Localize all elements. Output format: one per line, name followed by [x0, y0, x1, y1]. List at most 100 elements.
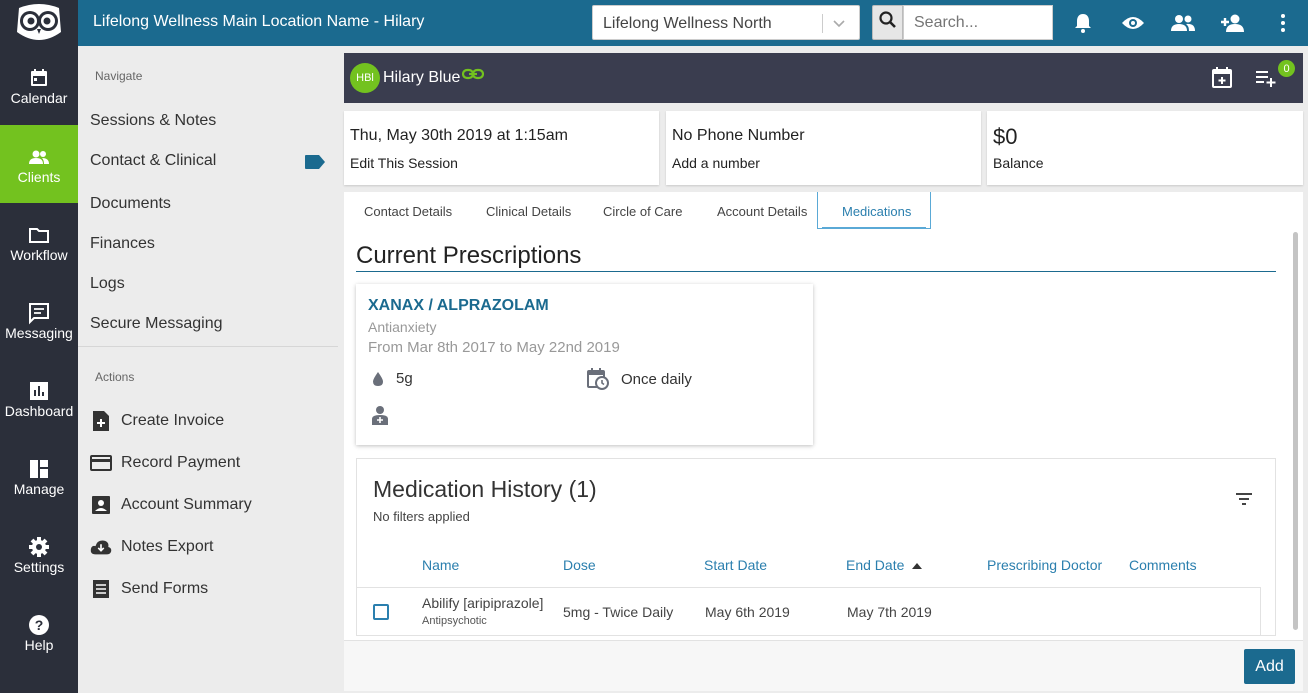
bell-icon[interactable]: [1070, 10, 1096, 36]
location-select-value: Lifelong Wellness North: [603, 15, 772, 32]
send-forms-action[interactable]: Send Forms: [90, 578, 208, 600]
link-icon[interactable]: [461, 67, 485, 86]
record-payment-action[interactable]: Record Payment: [90, 452, 240, 474]
notes-export-action[interactable]: Notes Export: [90, 536, 213, 558]
med-name: Abilify [aripiprazole]: [422, 595, 544, 611]
session-date: Thu, May 30th 2019 at 1:15am: [350, 127, 568, 144]
rail-label: Clients: [17, 169, 61, 185]
folder-icon: [27, 223, 51, 247]
nav-documents[interactable]: Documents: [90, 195, 171, 213]
rail-label: Settings: [13, 559, 65, 575]
column-header-start-date[interactable]: Start Date: [704, 557, 767, 573]
scrollbar-thumb[interactable]: [1293, 232, 1298, 630]
nav-finances[interactable]: Finances: [90, 235, 155, 253]
medications-panel: Contact Details Clinical Details Circle …: [344, 192, 1303, 691]
main-nav-rail: Calendar Clients Workflow Messaging Dash…: [0, 46, 78, 693]
rail-item-settings[interactable]: Settings: [0, 515, 78, 593]
nav-contact-clinical[interactable]: Contact & Clinical: [90, 152, 216, 170]
client-header: HBl Hilary Blue 0: [344, 53, 1303, 103]
add-person-icon[interactable]: [1220, 10, 1246, 36]
column-header-name[interactable]: Name: [422, 557, 459, 573]
session-card[interactable]: Thu, May 30th 2019 at 1:15am Edit This S…: [344, 111, 659, 185]
nav-sessions-notes[interactable]: Sessions & Notes: [90, 112, 216, 130]
med-start-date: May 6th 2019: [705, 604, 790, 620]
action-label: Notes Export: [121, 538, 214, 555]
rail-label: Calendar: [10, 90, 68, 106]
scrollbar[interactable]: [1289, 230, 1301, 638]
rail-item-calendar[interactable]: Calendar: [0, 46, 78, 124]
rail-item-messaging[interactable]: Messaging: [0, 281, 78, 359]
row-checkbox[interactable]: [373, 604, 389, 620]
tab-clinical-details[interactable]: Clinical Details: [486, 204, 571, 219]
avatar: HBl: [350, 63, 380, 93]
playlist-add-icon[interactable]: [1254, 66, 1278, 93]
calendar-add-icon[interactable]: [1211, 66, 1233, 93]
sort-ascending-icon: [912, 557, 923, 573]
chevron-down-icon: [831, 14, 847, 37]
eye-icon[interactable]: [1120, 10, 1146, 36]
rail-label: Dashboard: [4, 403, 74, 419]
prescribing-doctor: [372, 405, 400, 425]
account-summary-action[interactable]: Account Summary: [90, 494, 252, 516]
actions-heading: Actions: [95, 370, 135, 384]
panel-footer: [344, 641, 1303, 691]
filter-icon[interactable]: [1234, 491, 1254, 512]
tab-contact-details[interactable]: Contact Details: [364, 204, 452, 219]
prescription-name[interactable]: XANAX / ALPRAZOLAM: [368, 297, 549, 315]
search-button[interactable]: [872, 5, 903, 40]
chart-icon: [27, 379, 51, 403]
calendar-clock-icon: [587, 368, 609, 390]
med-dose: 5mg - Twice Daily: [563, 604, 674, 620]
credit-card-icon: [90, 452, 112, 474]
search-icon: [878, 10, 898, 35]
help-icon: ?: [27, 613, 51, 637]
medication-history: Medication History (1) No filters applie…: [356, 458, 1276, 636]
client-subnav: Navigate Sessions & Notes Contact & Clin…: [78, 46, 342, 693]
rail-item-workflow[interactable]: Workflow: [0, 203, 78, 281]
nav-logs[interactable]: Logs: [90, 275, 125, 293]
more-vert-icon[interactable]: [1270, 10, 1296, 36]
tab-circle-of-care[interactable]: Circle of Care: [603, 204, 682, 219]
create-invoice-action[interactable]: Create Invoice: [90, 410, 224, 432]
gear-icon: [27, 535, 51, 559]
manage-icon: [27, 457, 51, 481]
column-header-end-date[interactable]: End Date: [846, 557, 923, 573]
prescription-card[interactable]: XANAX / ALPRAZOLAM Antianxiety From Mar …: [356, 284, 813, 445]
rail-item-manage[interactable]: Manage: [0, 437, 78, 515]
prescription-class: Antianxiety: [368, 319, 437, 335]
add-number-link[interactable]: Add a number: [672, 155, 760, 171]
phone-card[interactable]: No Phone Number Add a number: [666, 111, 981, 185]
nav-secure-messaging[interactable]: Secure Messaging: [90, 315, 223, 333]
action-label: Create Invoice: [121, 412, 225, 429]
dose-value: 5g: [396, 370, 413, 387]
med-class: Antipsychotic: [422, 615, 487, 627]
current-prescriptions-title: Current Prescriptions: [356, 242, 582, 269]
group-icon[interactable]: [1170, 10, 1196, 36]
prescription-dose: 5g: [372, 370, 413, 387]
tab-medications[interactable]: Medications: [842, 204, 911, 219]
balance-label: Balance: [993, 155, 1044, 171]
owl-logo[interactable]: [0, 0, 78, 46]
add-button[interactable]: Add: [1244, 649, 1295, 684]
rail-label: Manage: [13, 481, 65, 497]
edit-session-link[interactable]: Edit This Session: [350, 155, 458, 171]
column-header-comments[interactable]: Comments: [1129, 557, 1197, 573]
navigate-heading: Navigate: [95, 69, 143, 83]
search-input[interactable]: [903, 5, 1053, 40]
location-select[interactable]: Lifelong Wellness North: [592, 5, 860, 40]
column-header-prescribing-doctor[interactable]: Prescribing Doctor: [987, 557, 1102, 573]
doctor-icon: [372, 405, 388, 425]
end-date-label: End Date: [846, 557, 905, 573]
notification-badge: 0: [1278, 60, 1295, 77]
column-header-dose[interactable]: Dose: [563, 557, 596, 573]
rail-item-help[interactable]: ? Help: [0, 593, 78, 671]
top-bar: Lifelong Wellness Main Location Name - H…: [0, 0, 1308, 46]
rail-item-dashboard[interactable]: Dashboard: [0, 359, 78, 437]
invoice-add-icon: [90, 410, 112, 432]
action-label: Record Payment: [121, 454, 241, 471]
rail-label: Workflow: [10, 247, 68, 263]
rail-item-clients[interactable]: Clients: [0, 125, 78, 203]
balance-card[interactable]: $0 Balance: [987, 111, 1303, 185]
client-name: Hilary Blue: [383, 69, 461, 86]
tab-account-details[interactable]: Account Details: [717, 204, 807, 219]
